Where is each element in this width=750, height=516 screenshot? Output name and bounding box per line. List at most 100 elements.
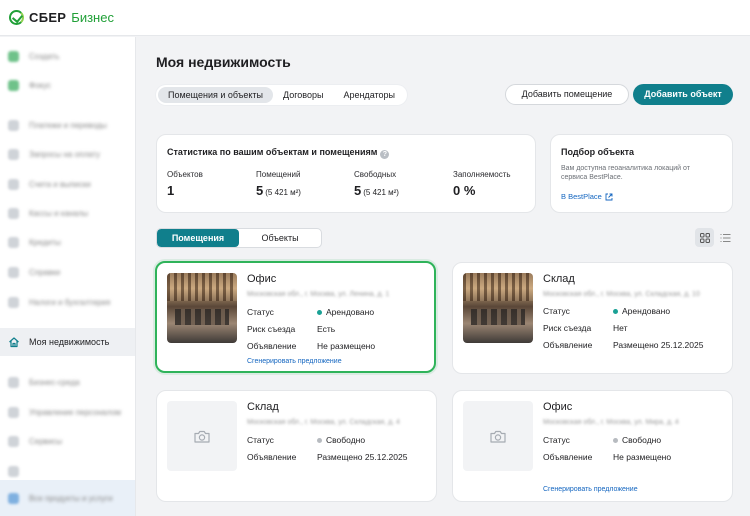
status-dot xyxy=(317,437,322,443)
sidebar-item-requests[interactable]: Запросы на оплату xyxy=(0,140,135,168)
property-row-value: Размещено 25.12.2025 xyxy=(317,452,408,462)
camera-icon xyxy=(490,430,506,443)
tab-rooms-and-objects[interactable]: Помещения и объекты xyxy=(158,87,273,103)
sidebar-item-business-env[interactable]: Бизнес-среда xyxy=(0,368,135,396)
property-card[interactable]: Склад Московская обл., г. Москва, ул. Ск… xyxy=(452,262,733,374)
stat-occupancy: Заполняемость 0 % xyxy=(453,170,511,198)
segment-rooms[interactable]: Помещения xyxy=(157,229,239,247)
property-card[interactable]: Склад Московская обл., г. Москва, ул. Ск… xyxy=(156,390,437,502)
grid-view-toggle[interactable] xyxy=(695,228,714,247)
grid-view-icon xyxy=(699,232,710,243)
stat-rooms: Помещений 5 (5 421 м²) xyxy=(256,170,301,198)
property-listing-row: Объявление Не размещено xyxy=(247,341,375,351)
object-selection-card: Подбор объекта Вам доступна геоаналитика… xyxy=(550,134,733,213)
stats-title: Статистика по вашим объектам и помещения… xyxy=(167,147,390,159)
people-icon xyxy=(8,406,19,418)
services-icon xyxy=(8,435,19,447)
external-link-icon xyxy=(605,193,613,200)
segment-objects[interactable]: Объекты xyxy=(239,229,321,247)
property-photo xyxy=(463,273,533,343)
brand-product[interactable]: Бизнес xyxy=(71,10,114,25)
sidebar-item-label: Справки xyxy=(29,267,61,277)
property-row-key: Объявление xyxy=(543,340,593,350)
property-status-row: Статус Арендовано xyxy=(247,307,374,317)
stat-label: Объектов xyxy=(167,170,203,179)
property-risk-row: Риск съезда Нет xyxy=(543,323,627,333)
add-object-button[interactable]: Добавить объект xyxy=(633,84,733,105)
sidebar-item-label: Налоги и бухгалтерия xyxy=(29,297,111,307)
sidebar-item-references[interactable]: Справки xyxy=(0,258,135,286)
property-title: Склад xyxy=(543,273,575,285)
stats-card: Статистика по вашим объектам и помещения… xyxy=(156,134,536,213)
sidebar-item-label: Фокус xyxy=(29,80,52,90)
property-card[interactable]: Офис Московская обл., г. Москва, ул. Лен… xyxy=(155,261,436,373)
sidebar-item-label: Сервисы xyxy=(29,436,63,446)
sidebar-item-services[interactable]: Сервисы xyxy=(0,427,135,455)
sidebar-item-label: Все продукты и услуги xyxy=(29,493,113,503)
add-room-button[interactable]: Добавить помещение xyxy=(505,84,629,105)
payments-icon xyxy=(8,119,19,131)
list-view-icon xyxy=(720,233,731,242)
misc-icon xyxy=(8,465,19,477)
sidebar-item-label: Кредиты xyxy=(29,237,61,247)
property-listing-row: Объявление Не размещено xyxy=(543,452,671,462)
sidebar-item-label: Счета и выписки xyxy=(29,179,91,189)
sidebar-item-label: Управление персоналом xyxy=(29,407,122,417)
sidebar-item-label: Моя недвижимость xyxy=(29,337,110,347)
property-row-value: Арендовано xyxy=(622,306,671,316)
accounts-icon xyxy=(8,178,19,190)
status-dot xyxy=(613,437,618,443)
property-tabs: Помещения и объекты Договоры Арендаторы xyxy=(156,85,407,105)
plus-icon xyxy=(8,50,19,62)
stat-area: (5 421 м²) xyxy=(265,188,301,197)
sidebar-item-payments[interactable]: Платежи и переводы xyxy=(0,111,135,139)
stat-label: Заполняемость xyxy=(453,170,511,179)
sidebar-item-accounts[interactable]: Счета и выписки xyxy=(0,170,135,198)
property-address: Московская обл., г. Москва, ул. Складска… xyxy=(247,419,400,426)
property-risk-row: Риск съезда Есть xyxy=(247,324,335,334)
main-content: Моя недвижимость Помещения и объекты Дог… xyxy=(136,37,750,516)
house-icon xyxy=(9,337,19,348)
bestplace-link[interactable]: В BestPlace xyxy=(561,192,613,201)
sidebar-item-focus[interactable]: Фокус xyxy=(0,71,135,99)
object-selection-title: Подбор объекта xyxy=(561,147,635,157)
generate-offer-link[interactable]: Сгенерировать предложение xyxy=(543,486,638,493)
property-photo-placeholder xyxy=(167,401,237,471)
property-row-key: Риск съезда xyxy=(247,324,296,334)
sidebar-item-credits[interactable]: Кредиты xyxy=(0,228,135,256)
property-card[interactable]: Офис Московская обл., г. Москва, ул. Мир… xyxy=(452,390,733,502)
list-view-toggle[interactable] xyxy=(716,228,735,247)
sidebar-item-label: Платежи и переводы xyxy=(29,120,107,130)
stat-area: (5 421 м²) xyxy=(363,188,399,197)
sidebar-item-personnel[interactable]: Управление персоналом xyxy=(0,398,135,426)
camera-icon xyxy=(194,430,210,443)
sidebar-item-taxes[interactable]: Налоги и бухгалтерия xyxy=(0,288,135,316)
sber-logo-icon[interactable] xyxy=(9,10,24,25)
help-icon[interactable]: ? xyxy=(380,150,390,159)
status-dot xyxy=(613,308,618,314)
taxes-icon xyxy=(8,296,19,308)
stat-objects: Объектов 1 xyxy=(167,170,203,198)
products-icon xyxy=(8,492,19,504)
tab-tenants[interactable]: Арендаторы xyxy=(333,87,405,103)
requests-icon xyxy=(8,148,19,160)
bestplace-link-text[interactable]: В BestPlace xyxy=(561,192,602,201)
property-title: Офис xyxy=(247,273,277,285)
property-title: Склад xyxy=(247,401,279,413)
property-listing-row: Объявление Размещено 25.12.2025 xyxy=(543,340,703,350)
sidebar-item-cashboxes[interactable]: Кассы и каналы xyxy=(0,199,135,227)
property-row-key: Статус xyxy=(247,435,274,445)
property-address: Московская обл., г. Москва, ул. Ленина, … xyxy=(247,291,390,298)
tab-contracts[interactable]: Договоры xyxy=(273,87,333,103)
sidebar-item-label: Запросы на оплату xyxy=(29,149,101,159)
cashbox-icon xyxy=(8,207,19,219)
property-row-key: Объявление xyxy=(247,452,297,462)
sidebar-item-all-products[interactable]: Все продукты и услуги xyxy=(0,480,135,516)
generate-offer-link[interactable]: Сгенерировать предложение xyxy=(247,358,342,365)
sidebar-item-my-property[interactable]: Моя недвижимость xyxy=(0,328,135,356)
sidebar-item-create[interactable]: Создать xyxy=(0,42,135,70)
property-row-value: Есть xyxy=(317,324,336,334)
brand-name[interactable]: СБЕР xyxy=(29,10,66,25)
stat-value: 5 xyxy=(256,183,264,198)
property-row-value: Арендовано xyxy=(326,307,375,317)
